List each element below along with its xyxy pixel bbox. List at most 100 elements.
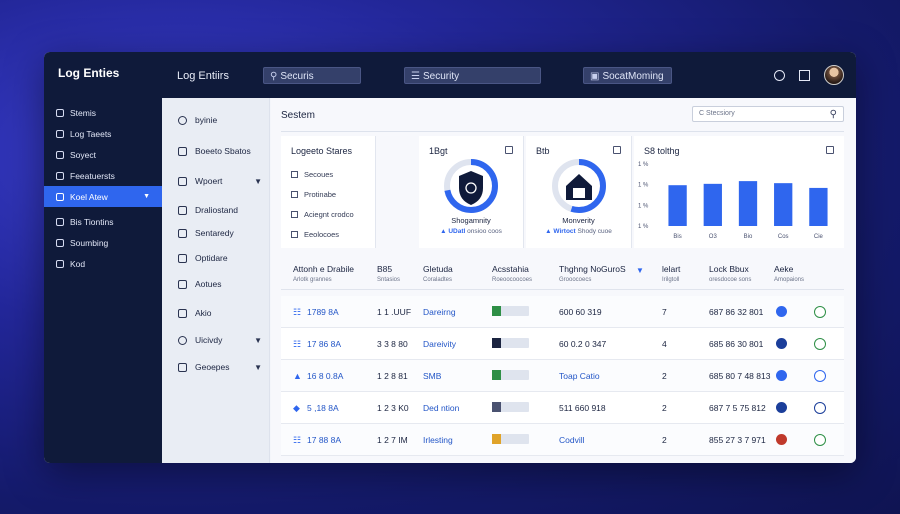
avatar[interactable] [824,65,844,85]
sidebar-item-kod[interactable]: Kod [44,253,162,274]
row-type[interactable]: Ded ntion [423,403,459,413]
column-header[interactable]: Thghng NoGuroS Grooocoecs [559,264,626,283]
row-count: 4 [662,339,667,349]
divider [281,131,844,132]
table-header: Attonh e Drabile Arlotk grannes B85 Sntasi… [281,256,844,290]
subnav-item-0[interactable]: byinie [178,115,262,125]
bar[interactable] [668,185,687,226]
row-type[interactable]: Dareivity [423,339,456,349]
subnav-item-9[interactable]: Geoepes ▼ [178,362,262,372]
sidebar-item-transactions[interactable]: Bis Tiontins [44,211,162,232]
status-icon[interactable] [776,370,787,381]
code-icon [56,259,64,268]
page-title: Log Entiirs [177,70,229,82]
table-row[interactable]: ◆ 5 ,18 8A 1 2 3 K0 Ded ntion 511 660 918 2 68… [281,392,844,424]
column-header[interactable]: Gletuda Coraladtes [423,264,453,283]
status-icon[interactable] [776,402,787,413]
checkbox[interactable] [291,211,298,218]
bar-chart: 1 % 1 % 1 % 1 % Bis O3 Bio Cos Cie [638,162,828,240]
filter-option[interactable]: Aciegnt crodco [291,210,354,219]
table-row[interactable]: ☷ 17 88 8A 1 2 7 IM Irlesting Codvill 2 855 27… [281,424,844,456]
bar[interactable] [738,181,758,226]
filter-option[interactable]: Secoues [291,170,333,179]
bar[interactable] [703,183,722,226]
subnav-item-7[interactable]: Akio [178,308,262,318]
status-icon[interactable] [776,338,787,349]
table-body: ☷ 1789 8A 1 1 .UUF Dareirng 600 60 319 7 687 8… [281,296,844,456]
social-monitoring-button[interactable]: ▣ SocatMoming [583,67,672,84]
row-tag [492,370,529,380]
x-tick-label: Cos [778,234,789,240]
document-icon [573,188,585,198]
row-id[interactable]: 5 ,18 8A [307,403,339,413]
row-type[interactable]: SMB [423,371,441,381]
shield-icon [459,171,483,205]
sidebar-item-active[interactable]: Koel Atew ▼ [44,186,162,207]
row-id[interactable]: 17 88 8A [307,435,341,445]
window-icon[interactable] [799,69,810,81]
security-filter[interactable]: ☰ Security [404,67,541,84]
row-id[interactable]: 1789 8A [307,307,339,317]
bar[interactable] [809,187,828,226]
subnav-item-2[interactable]: Wpoert ▼ [178,176,262,186]
donut-sub: ▲ Wirtoct Shody cuoe [545,228,612,235]
column-header[interactable]: Lock Bbux oresdocoe sons [709,264,751,283]
edit-icon [178,228,187,238]
filter-card-title: Logeeto Stares [291,146,353,156]
row-code: 600 60 319 [559,307,602,317]
sidebar-item-features[interactable]: Feeatuersts [44,165,162,186]
row-type[interactable]: Dareirng [423,307,456,317]
column-header[interactable]: Attonh e Drabile Arlotk grannes [293,264,354,283]
action-icon[interactable] [814,434,826,446]
notification-icon[interactable] [774,69,785,81]
filter-option[interactable]: Eeolocoes [291,230,339,239]
search-input[interactable]: ⚲ Securis [263,67,361,84]
checkbox[interactable] [291,231,298,238]
subnav-item-4[interactable]: Sentaredy [178,228,262,238]
action-icon[interactable] [814,370,826,382]
subnav-item-8[interactable]: Uicivdy ▼ [178,335,262,345]
donut-sub: ▲ UDatl onsioo coos [440,228,502,235]
row-tag [492,306,529,316]
chevron-down-icon: ▼ [254,362,262,372]
checkbox[interactable] [291,191,298,198]
row-lock: 685 86 30 801 [709,339,764,349]
column-header[interactable]: B85 Sntasios [377,264,400,283]
sidebar-item-log-targets[interactable]: Log Taeets [44,123,162,144]
row-number: 1 1 .UUF [377,307,412,317]
donut-label: Monverity [562,216,595,225]
x-tick-label: Bio [744,234,753,240]
filter-option[interactable]: Protinabe [291,190,336,199]
column-header[interactable]: Acsstahia Roeoocoocoes [492,264,532,283]
table-row[interactable]: ☷ 17 86 8A 3 3 8 80 Dareivity 60 0.2 0 347 4 6… [281,328,844,360]
column-header[interactable]: Aeke Amopaions [774,264,804,283]
row-id[interactable]: 16 8 0.8A [307,371,343,381]
subnav-item-1[interactable]: Boeeto Sbatos [178,146,262,156]
bell-icon [178,279,187,289]
subnav-item-3[interactable]: Draliostand [178,205,262,215]
status-icon[interactable] [776,434,787,445]
row-code: Toap Catio [559,371,600,381]
table-row[interactable]: ▲ 16 8 0.8A 1 2 8 81 SMB Toap Catio 2 685 80 7… [281,360,844,392]
row-id[interactable]: 17 86 8A [307,339,341,349]
checkbox[interactable] [291,171,298,178]
row-type[interactable]: Irlesting [423,435,453,445]
column-header[interactable]: lelart Irilgtoll [662,264,680,283]
main-search-input[interactable]: C Stecsiory ⚲ [692,106,844,122]
action-icon[interactable] [814,338,826,350]
row-lock: 687 86 32 801 [709,307,764,317]
sidebar-item-sounding[interactable]: Soumbing [44,232,162,253]
action-icon[interactable] [814,402,826,414]
bar[interactable] [774,183,793,226]
subnav-item-6[interactable]: Aotues [178,279,262,289]
subnav-item-5[interactable]: Optidare [178,253,262,263]
sort-caret-icon[interactable]: ▼ [636,266,644,275]
settings-icon [56,238,64,247]
status-icon[interactable] [776,306,787,317]
sidebar-item-stemis[interactable]: Stemis [44,102,162,123]
top-icons [774,65,844,85]
table-row[interactable]: ☷ 1789 8A 1 1 .UUF Dareirng 600 60 319 7 687 8… [281,296,844,328]
action-icon[interactable] [814,306,826,318]
sidebar-item-project[interactable]: Soyect [44,144,162,165]
y-tick-label: 1 % [638,224,649,230]
